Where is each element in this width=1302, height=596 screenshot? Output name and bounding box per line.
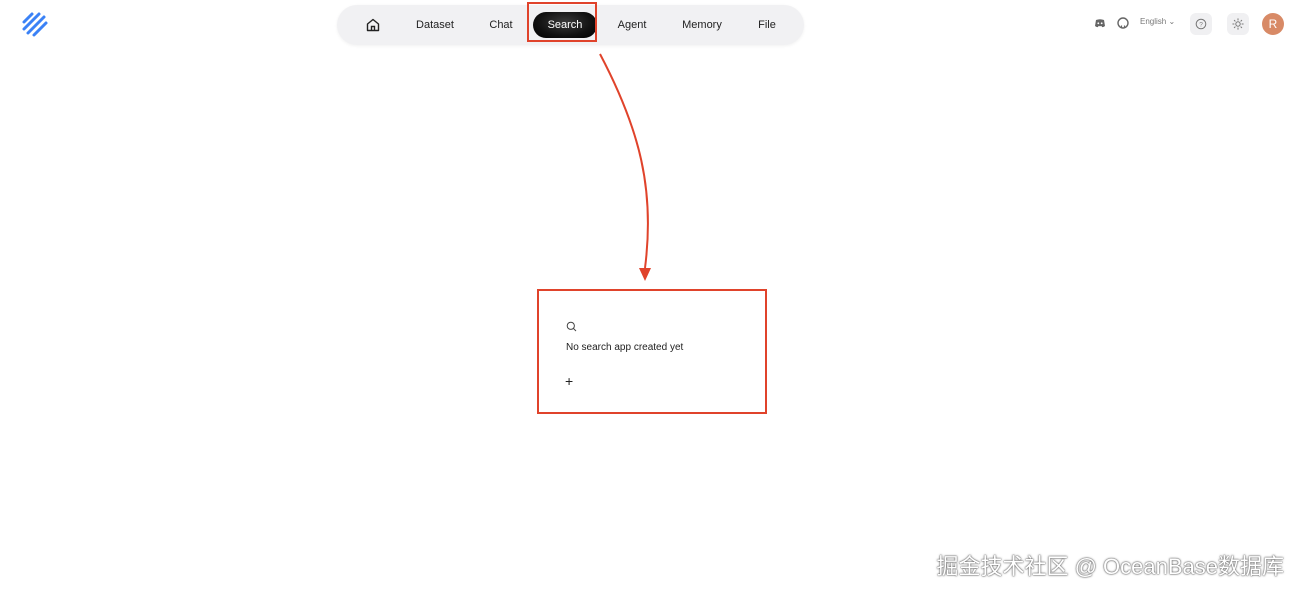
chevron-down-icon: ⌄ xyxy=(1168,17,1176,26)
search-icon xyxy=(566,321,577,332)
nav-chat[interactable]: Chat xyxy=(479,12,523,38)
nav-dataset[interactable]: Dataset xyxy=(407,12,463,38)
sun-icon xyxy=(1232,18,1244,30)
github-icon[interactable] xyxy=(1116,16,1130,30)
nav-agent[interactable]: Agent xyxy=(609,12,655,38)
nav-home[interactable] xyxy=(362,12,384,38)
nav-search[interactable]: Search xyxy=(533,12,597,38)
nav-memory[interactable]: Memory xyxy=(675,12,729,38)
language-label: English xyxy=(1140,17,1167,26)
main-nav: Dataset Chat Search Agent Memory File xyxy=(337,5,804,45)
watermark: 掘金技术社区 @ OceanBase数据库 xyxy=(936,554,1284,579)
nav-file[interactable]: File xyxy=(749,12,785,38)
help-icon: ? xyxy=(1195,18,1207,30)
theme-toggle-button[interactable] xyxy=(1227,13,1249,35)
language-select[interactable]: English ⌄ xyxy=(1140,17,1175,26)
empty-search-panel: No search app created yet + xyxy=(537,289,767,414)
ragflow-logo[interactable] xyxy=(20,10,50,40)
svg-text:?: ? xyxy=(1199,22,1203,29)
home-icon xyxy=(366,18,380,32)
user-avatar[interactable]: R xyxy=(1262,13,1284,35)
help-button[interactable]: ? xyxy=(1190,13,1212,35)
create-search-app-button[interactable]: + xyxy=(565,374,573,388)
empty-state-message: No search app created yet xyxy=(566,342,684,353)
discord-icon[interactable] xyxy=(1093,16,1107,30)
page: Dataset Chat Search Agent Memory File En… xyxy=(0,0,1302,596)
